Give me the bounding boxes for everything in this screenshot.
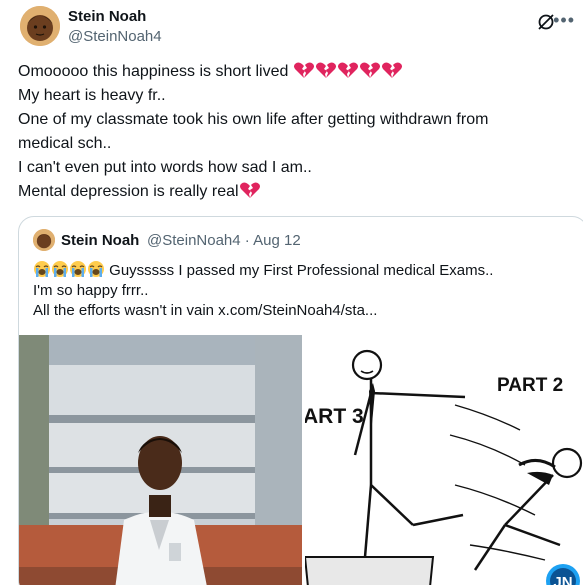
quoted-line: All the efforts wasn't in vain x.com/Ste… [33,302,378,319]
broken-heart-emoji [293,62,403,80]
author-handle[interactable]: @SteinNoah4 [68,28,162,45]
tweet-text: Omooooo this happiness is short lived My… [18,60,578,204]
tweet-line: medical sch.. [18,135,112,152]
quoted-media-grid: ART 3 PART 2 JN [19,335,583,585]
loudly-crying-face-emoji [33,261,109,279]
quoted-tweet-text: Guysssss I passed my First Professional … [33,260,493,321]
quoted-line: I'm so happy frrr.. [33,282,149,299]
tweet-header: Stein Noah @SteinNoah4 ••• [18,6,583,50]
author-name[interactable]: Stein Noah [68,8,146,25]
watermark-logo: JN [553,574,572,585]
quoted-author-handle-date: @SteinNoah4 · Aug 12 [147,232,301,249]
photo-student-in-lab-coat[interactable] [19,335,302,585]
cartoon-label-part3: ART 3 [305,405,364,428]
tweet-line: Mental depression is really real [18,180,578,204]
broken-heart-emoji [239,182,261,200]
tweet-line: I can't even put into words how sad I am… [18,159,312,176]
quoted-line: Guysssss I passed my First Professional … [33,260,493,281]
quoted-author-name[interactable]: Stein Noah [61,232,139,249]
quoted-author-avatar[interactable] [33,229,55,251]
tweet-line: My heart is heavy fr.. [18,87,166,104]
cartoon-stick-figure-kick[interactable]: ART 3 PART 2 JN [305,335,583,585]
tweet-line: One of my classmate took his own life af… [18,111,489,128]
tweet-line: Omooooo this happiness is short lived [18,60,578,84]
author-avatar[interactable] [20,6,60,46]
more-options-icon[interactable]: ••• [553,10,575,31]
cartoon-label-part2: PART 2 [497,375,563,396]
quoted-date[interactable]: · Aug 12 [245,232,301,249]
quoted-tweet-card[interactable]: Stein Noah @SteinNoah4 · Aug 12 Guysssss… [18,216,583,585]
